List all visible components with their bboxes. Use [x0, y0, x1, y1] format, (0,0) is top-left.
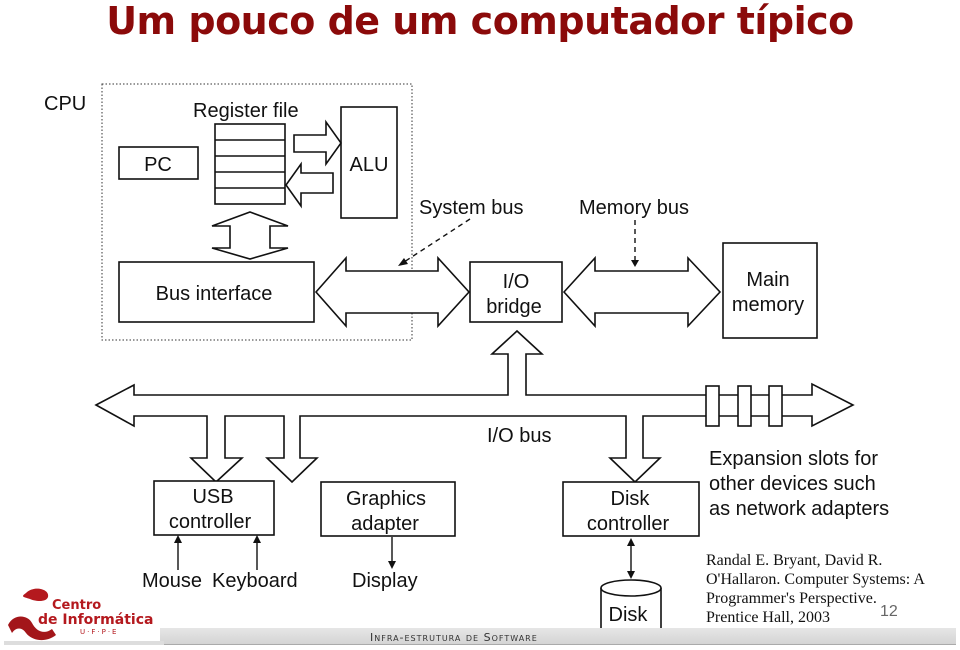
logo-text-centro: Centro: [52, 598, 102, 613]
expansion-slot: [737, 385, 752, 427]
logo-text-ufpe: U·F·P·E: [80, 628, 119, 636]
disk-controller-label-2: controller: [587, 513, 670, 535]
citation-line-3: Programmer's Perspective.: [706, 590, 877, 607]
expansion-slots: [705, 385, 783, 427]
graphics-adapter-label-2: adapter: [351, 513, 419, 535]
disk-controller-label-1: Disk: [611, 488, 651, 510]
footer-bar: [160, 628, 956, 645]
io-bridge-label-1: I/O: [503, 271, 530, 293]
disk-label: Disk: [609, 604, 649, 626]
expansion-slot: [705, 385, 720, 427]
memory-bus-label: Memory bus: [579, 197, 689, 219]
arrow-alu-to-register: [285, 161, 334, 209]
register-file-label: Register file: [193, 100, 299, 122]
citation-line-2: O'Hallaron. Computer Systems: A: [706, 571, 925, 588]
usb-controller-label-2: controller: [169, 511, 252, 533]
graphics-adapter-label-1: Graphics: [346, 488, 426, 510]
usb-controller-label-1: USB: [192, 486, 233, 508]
citation-line-1: Randal E. Bryant, David R.: [706, 552, 882, 569]
system-bus-arrow: [314, 255, 471, 329]
keyboard-label: Keyboard: [212, 570, 298, 592]
io-bridge-label-2: bridge: [486, 296, 542, 318]
display-arrow-head: [388, 561, 396, 569]
arrow-register-bus-interface: [211, 211, 289, 260]
system-bus-pointer: [403, 218, 471, 263]
cpu-label: CPU: [44, 93, 86, 115]
memory-bus-arrow: [562, 255, 722, 329]
memory-bus-pointer-head: [631, 260, 639, 267]
footer-course-title: Infra-estrutura de Software: [370, 631, 538, 644]
pc-label: PC: [144, 154, 172, 176]
keyboard-arrow-head: [253, 535, 261, 543]
alu-label: ALU: [350, 154, 389, 176]
slide-number: 12: [880, 603, 898, 620]
display-label: Display: [352, 570, 418, 592]
disk-arrow-head-down: [627, 571, 635, 579]
expansion-label-1: Expansion slots for: [709, 448, 878, 470]
computer-architecture-diagram: CPU Register file PC ALU Bus interface S…: [44, 83, 925, 644]
citation-line-4: Prentice Hall, 2003: [706, 609, 830, 626]
expansion-slot: [768, 385, 783, 427]
main-memory-label-2: memory: [732, 294, 804, 316]
register-file: [214, 123, 286, 205]
bus-interface-label: Bus interface: [156, 283, 273, 305]
arrow-register-to-alu: [293, 119, 342, 167]
logo-text-informatica: de Informática: [38, 612, 154, 628]
system-bus-label: System bus: [419, 197, 523, 219]
expansion-label-2: other devices such: [709, 473, 876, 495]
expansion-label-3: as network adapters: [709, 498, 889, 520]
disk-arrow-head-up: [627, 538, 635, 546]
main-memory-label-1: Main: [746, 269, 789, 291]
io-bus-label: I/O bus: [487, 425, 551, 447]
mouse-arrow-head: [174, 535, 182, 543]
system-bus-pointer-head: [398, 258, 408, 266]
